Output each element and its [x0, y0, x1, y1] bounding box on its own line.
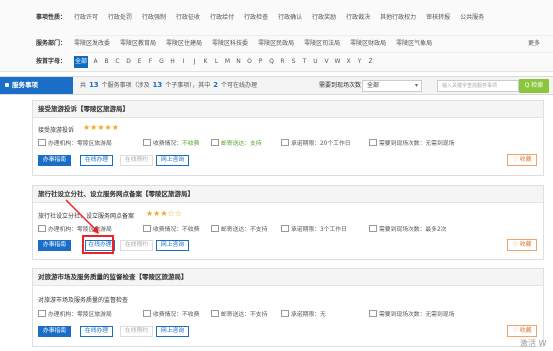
- annotation-arrow: [65, 199, 99, 234]
- annotation-highlight-box: [82, 235, 114, 254]
- activation-watermark: 激活 W: [520, 339, 547, 348]
- arrow-line: [65, 199, 98, 232]
